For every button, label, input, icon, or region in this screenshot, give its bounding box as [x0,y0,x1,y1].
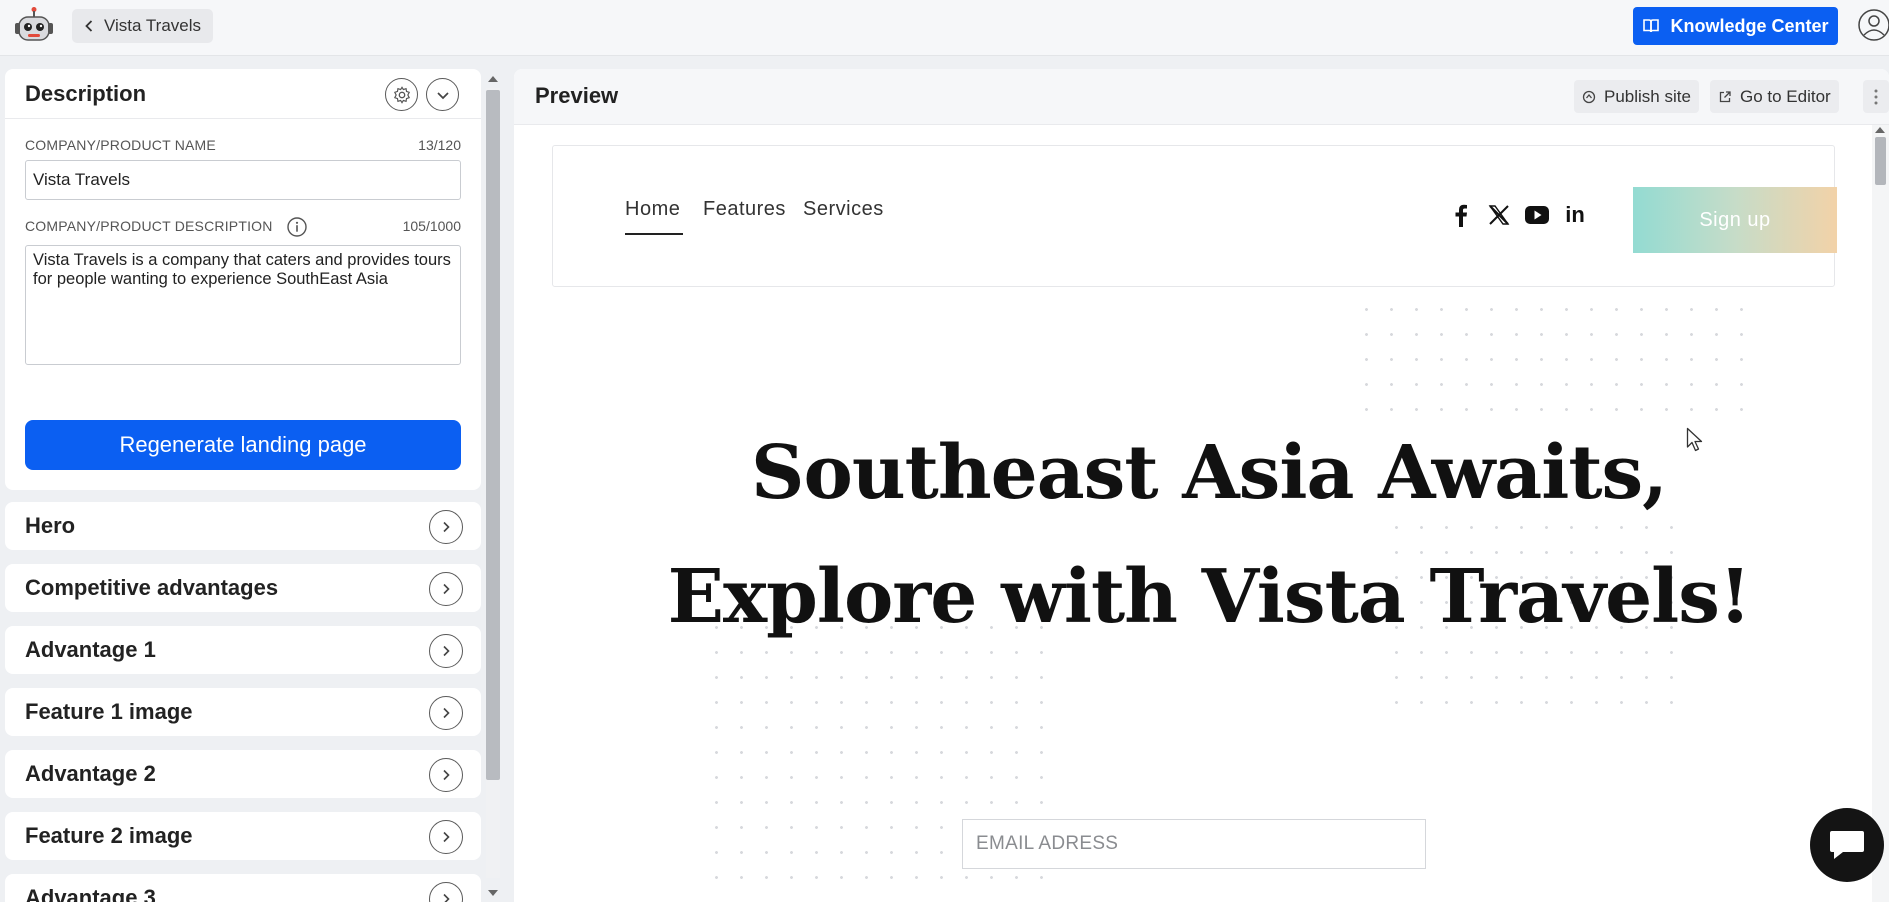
x-icon[interactable] [1486,202,1512,228]
expand-button[interactable] [429,820,463,854]
description-header: Description [5,69,481,119]
linkedin-icon[interactable]: in [1562,202,1588,228]
dot-pattern [1354,297,1754,417]
expand-button[interactable] [429,634,463,668]
section-feature-2-image[interactable]: Feature 2 image [5,812,481,860]
publish-site-button[interactable]: Publish site [1574,80,1699,113]
gear-icon [393,85,410,104]
section-label: Feature 1 image [25,699,193,724]
expand-button[interactable] [429,696,463,730]
scroll-up-arrow[interactable] [488,76,498,82]
section-advantage-3[interactable]: Advantage 3 [5,874,481,902]
nav-home[interactable]: Home [625,198,680,221]
section-competitive-advantages[interactable]: Competitive advantages [5,564,481,612]
preview-title: Preview [535,83,619,108]
scroll-down-arrow[interactable] [488,890,498,896]
expand-button[interactable] [429,882,463,902]
chevron-right-icon [443,645,450,657]
landing-page-preview: Home Features Services in Sign up Southe… [514,125,1872,902]
expand-button[interactable] [429,758,463,792]
nav-active-underline [625,233,683,235]
info-icon[interactable] [286,216,308,238]
expand-button[interactable] [429,510,463,544]
chevron-right-icon [443,521,450,533]
go-to-editor-button[interactable]: Go to Editor [1710,80,1839,113]
external-link-icon [1719,90,1731,102]
section-label: Advantage 2 [25,761,156,786]
description-card: Description COMPANY/PRODUCT NAME 13/120 … [5,69,481,490]
section-label: Hero [25,513,76,538]
nav-services[interactable]: Services [803,198,884,221]
book-icon [1643,19,1660,33]
section-label: Feature 2 image [25,823,193,848]
company-description-label: COMPANY/PRODUCT DESCRIPTION [25,218,273,234]
robot-logo-icon[interactable] [14,6,54,44]
preview-panel: Preview Publish site Go to Editor Home F… [514,69,1889,902]
chat-bubble-icon [1830,831,1864,859]
section-feature-1-image[interactable]: Feature 1 image [5,688,481,736]
youtube-icon[interactable] [1524,202,1550,228]
nav-features[interactable]: Features [703,198,786,221]
scrollbar-thumb[interactable] [486,90,500,780]
left-panel: Description COMPANY/PRODUCT NAME 13/120 … [5,69,481,902]
section-label: Advantage 1 [25,637,156,662]
section-label: Advantage 3 [25,885,156,902]
regenerate-landing-page-button[interactable]: Regenerate landing page [25,420,461,470]
knowledge-center-label: Knowledge Center [1670,15,1829,36]
scrollbar-thumb[interactable] [1875,137,1886,185]
back-button-label: Vista Travels [104,16,202,35]
mouse-pointer-icon [1686,427,1703,452]
description-title: Description [25,80,147,106]
left-panel-scrollbar[interactable] [484,72,502,898]
collapse-button[interactable] [426,78,459,111]
section-hero[interactable]: Hero [5,502,481,550]
chevron-left-icon [85,20,93,32]
section-advantage-2[interactable]: Advantage 2 [5,750,481,798]
preview-header: Preview Publish site Go to Editor [514,69,1889,125]
publish-site-label: Publish site [1604,86,1691,106]
preview-scrollbar[interactable] [1872,125,1889,902]
company-name-label: COMPANY/PRODUCT NAME [25,137,216,153]
chevron-right-icon [443,707,450,719]
chat-button[interactable] [1810,808,1884,882]
chevron-down-icon [436,91,449,99]
section-label: Competitive advantages [25,575,279,600]
scroll-up-arrow[interactable] [1875,127,1885,133]
back-button[interactable]: Vista Travels [72,9,214,43]
more-options-button[interactable] [1863,80,1889,113]
chevron-right-icon [443,893,450,902]
company-name-input[interactable]: Vista Travels [25,160,461,200]
site-navbar: Home Features Services in Sign up [552,145,1837,287]
facebook-icon[interactable] [1448,202,1474,228]
hero-title: Southeast Asia Awaits, Explore with Vist… [667,430,1752,640]
signup-button[interactable]: Sign up [1633,187,1837,253]
company-name-count: 13/120 [418,137,461,153]
publish-icon [1582,90,1596,103]
email-input[interactable]: EMAIL ADRESS [962,819,1426,869]
chevron-right-icon [443,769,450,781]
kebab-menu-icon [1874,89,1878,104]
company-description-count: 105/1000 [402,218,461,234]
chevron-right-icon [443,583,450,595]
go-to-editor-label: Go to Editor [1740,86,1831,106]
knowledge-center-button[interactable]: Knowledge Center [1633,7,1838,45]
company-description-textarea[interactable]: Vista Travels is a company that caters a… [25,245,461,365]
chevron-right-icon [443,831,450,843]
section-advantage-1[interactable]: Advantage 1 [5,626,481,674]
settings-button[interactable] [385,78,418,111]
expand-button[interactable] [429,572,463,606]
user-avatar-icon[interactable] [1857,8,1889,42]
top-bar: Vista Travels Knowledge Center [0,0,1889,56]
